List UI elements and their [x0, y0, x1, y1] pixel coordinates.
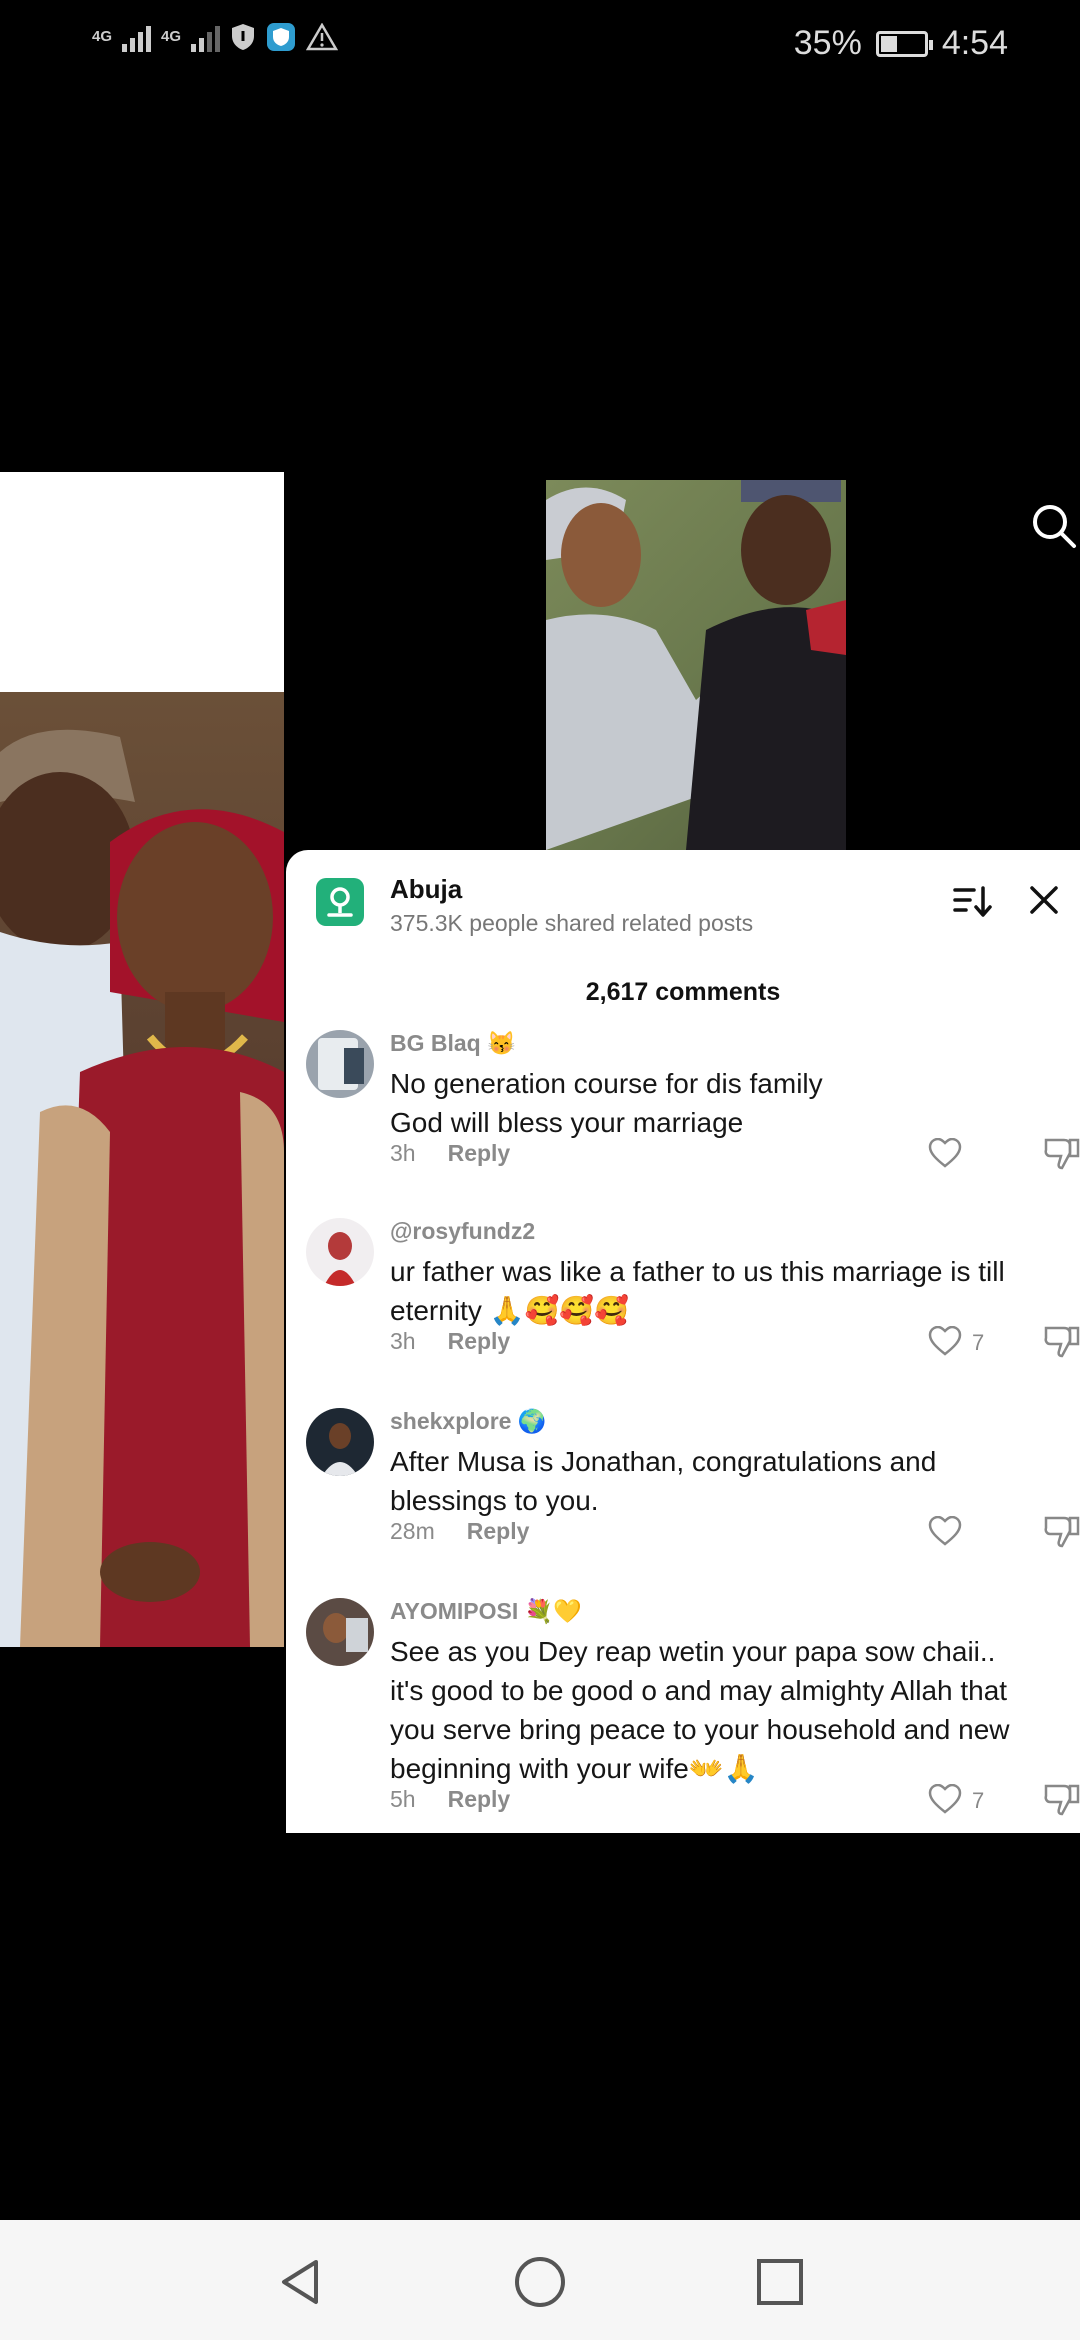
heart-icon[interactable] — [928, 1782, 964, 1816]
heart-icon[interactable] — [928, 1136, 964, 1170]
avatar[interactable] — [306, 1218, 374, 1286]
comment-item: AYOMIPOSI 💐💛 See as you Dey reap wetin y… — [286, 1598, 1080, 1828]
back-icon[interactable] — [272, 2254, 328, 2310]
navigation-bar — [0, 2220, 1080, 2340]
battery-icon — [875, 30, 933, 57]
comment-username[interactable]: @rosyfundz2 — [390, 1218, 535, 1245]
location-subtitle: 375.3K people shared related posts — [390, 910, 754, 936]
dislike-icon[interactable] — [1042, 1136, 1080, 1170]
signal-strength-2-icon — [191, 22, 221, 52]
signal-strength-1-icon — [122, 22, 152, 52]
security-app-icon — [266, 22, 296, 52]
location-icon — [316, 878, 364, 926]
search-icon[interactable] — [1030, 502, 1078, 550]
comment-item: @rosyfundz2 ur father was like a father … — [286, 1218, 1080, 1358]
dislike-icon[interactable] — [1042, 1782, 1080, 1816]
battery-level — [880, 35, 897, 52]
avatar[interactable] — [306, 1408, 374, 1476]
avatar[interactable] — [306, 1030, 374, 1098]
comment-meta: 3h Reply — [390, 1328, 510, 1355]
reply-button[interactable]: Reply — [448, 1328, 511, 1354]
comment-text: After Musa is Jonathan, congratulations … — [390, 1446, 937, 1516]
comment-meta: 28m Reply — [390, 1518, 529, 1545]
status-bar: 4G 4G 35% 4:54 — [0, 0, 1080, 90]
couple-photo-left[interactable] — [0, 692, 284, 1647]
white-image-panel — [0, 472, 284, 692]
comment-username[interactable]: AYOMIPOSI 💐💛 — [390, 1598, 582, 1625]
warning-icon — [306, 23, 339, 51]
battery-percent: 35% — [793, 24, 862, 62]
status-left: 4G 4G — [92, 22, 339, 52]
avatar[interactable] — [306, 1598, 374, 1666]
close-icon[interactable] — [1026, 882, 1062, 918]
home-icon[interactable] — [512, 2254, 568, 2310]
comments-sheet: Abuja 375.3K people shared related posts… — [286, 850, 1080, 1833]
shield-icon — [230, 23, 256, 51]
dislike-icon[interactable] — [1042, 1324, 1080, 1358]
comment-meta: 5h Reply — [390, 1786, 510, 1813]
comment-time: 3h — [390, 1140, 416, 1166]
comment-time: 28m — [390, 1518, 435, 1544]
location-title[interactable]: Abuja — [390, 874, 462, 905]
dislike-icon[interactable] — [1042, 1514, 1080, 1548]
clock: 4:54 — [941, 24, 1008, 62]
comment-text: See as you Dey reap wetin your papa sow … — [390, 1636, 1010, 1784]
comment-time: 5h — [390, 1786, 416, 1812]
like-count: 7 — [972, 1330, 985, 1355]
heart-icon[interactable] — [928, 1324, 964, 1358]
comment-item: shekxplore 🌍 After Musa is Jonathan, con… — [286, 1408, 1080, 1548]
comment-meta: 3h Reply — [390, 1140, 510, 1167]
sort-icon[interactable] — [952, 884, 992, 920]
like-count: 7 — [972, 1788, 985, 1813]
comment-item: BG Blaq 😽 No generation course for dis f… — [286, 1030, 1080, 1170]
reply-button[interactable]: Reply — [448, 1140, 511, 1166]
network-type-2: 4G — [161, 28, 182, 45]
reply-button[interactable]: Reply — [448, 1786, 511, 1812]
comment-text: No generation course for dis family God … — [390, 1068, 823, 1138]
recents-icon[interactable] — [752, 2254, 808, 2310]
comment-text: ur father was like a father to us this m… — [390, 1256, 1005, 1326]
status-right: 35% 4:54 — [794, 24, 1008, 63]
couple-photo-right[interactable] — [546, 480, 846, 850]
comments-count: 2,617 comments — [585, 978, 781, 1006]
heart-icon[interactable] — [928, 1514, 964, 1548]
comment-username[interactable]: shekxplore 🌍 — [390, 1408, 546, 1435]
network-type-1: 4G — [92, 28, 113, 45]
comment-time: 3h — [390, 1328, 416, 1354]
comment-username[interactable]: BG Blaq 😽 — [390, 1030, 516, 1057]
reply-button[interactable]: Reply — [467, 1518, 530, 1544]
